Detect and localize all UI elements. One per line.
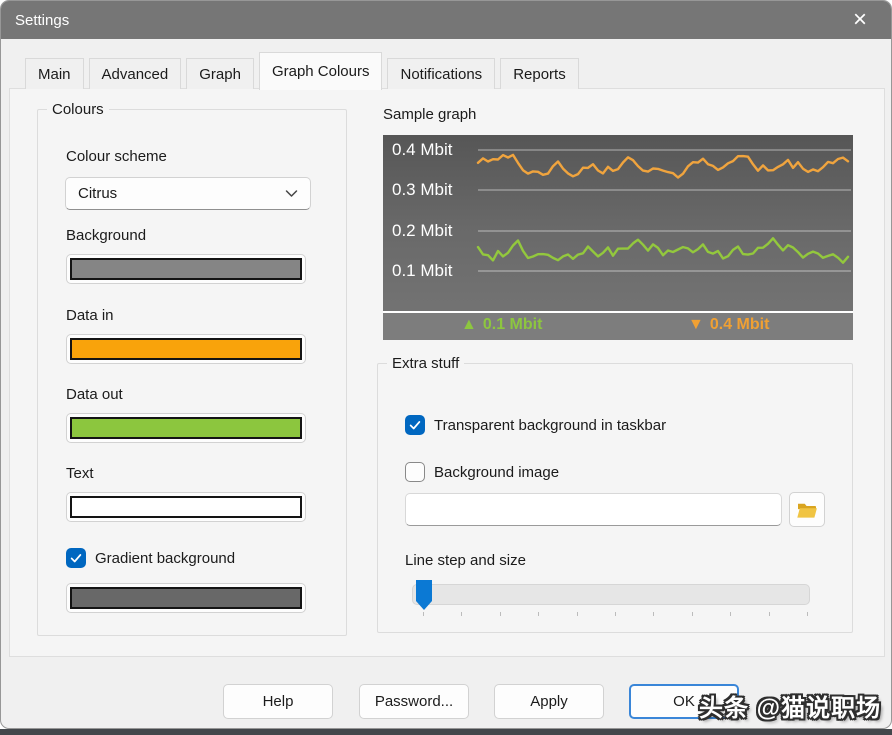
slider-ticks: [423, 612, 807, 617]
down-arrow-icon: ▼: [688, 316, 704, 333]
data-in-colour-swatch[interactable]: [66, 334, 306, 364]
download-rate-legend: ▼0.4 Mbit: [688, 316, 769, 334]
tab-advanced[interactable]: Advanced: [89, 58, 182, 89]
up-arrow-icon: ▲: [461, 316, 477, 333]
sample-graph-title: Sample graph: [383, 105, 476, 125]
graph-status-bar: ▲0.1 Mbit ▼0.4 Mbit: [383, 311, 853, 340]
transparent-taskbar-label: Transparent background in taskbar: [434, 417, 666, 434]
graph-colours-tab-page: Colours Colour scheme Citrus Background …: [9, 88, 885, 657]
data-out-colour-label: Data out: [66, 385, 123, 405]
colours-group-legend: Colours: [47, 99, 109, 121]
check-icon: [408, 418, 422, 432]
gradient-background-label: Gradient background: [95, 550, 235, 567]
tab-notifications[interactable]: Notifications: [387, 58, 495, 89]
text-colour-label: Text: [66, 464, 94, 484]
background-image-path-input[interactable]: [405, 493, 782, 526]
titlebar[interactable]: Settings ×: [1, 1, 891, 39]
gradient-background-checkbox[interactable]: [66, 548, 86, 568]
colour-scheme-value: Citrus: [78, 185, 117, 202]
line-step-slider-thumb[interactable]: [416, 580, 432, 610]
graph-ylabel-04: 0.4 Mbit: [392, 138, 452, 162]
settings-dialog: Settings × Main Advanced Graph Graph Col…: [0, 0, 892, 729]
check-icon: [69, 551, 83, 565]
tab-graph[interactable]: Graph: [186, 58, 254, 89]
background-image-label: Background image: [434, 464, 559, 481]
gradient-colour-swatch[interactable]: [66, 583, 306, 613]
line-step-slider-track[interactable]: [412, 584, 810, 605]
background-image-checkbox[interactable]: [405, 462, 425, 482]
password-button[interactable]: Password...: [359, 684, 469, 719]
window-bottom-shadow: [0, 729, 892, 735]
background-colour-swatch[interactable]: [66, 254, 306, 284]
background-colour-label: Background: [66, 226, 146, 246]
folder-icon: [796, 501, 818, 519]
chevron-down-icon: [285, 189, 298, 198]
watermark: 头条 @猫说职场: [699, 688, 881, 723]
upload-rate-legend: ▲0.1 Mbit: [461, 316, 542, 334]
close-icon[interactable]: ×: [843, 1, 877, 39]
colours-group: Colours Colour scheme Citrus Background …: [37, 109, 347, 636]
colour-scheme-select[interactable]: Citrus: [65, 177, 311, 210]
line-step-label: Line step and size: [405, 551, 526, 571]
graph-ylabel-03: 0.3 Mbit: [392, 178, 452, 202]
transparent-taskbar-checkbox[interactable]: [405, 415, 425, 435]
apply-button[interactable]: Apply: [494, 684, 604, 719]
tab-reports[interactable]: Reports: [500, 58, 579, 89]
window-title: Settings: [15, 12, 69, 29]
text-colour-swatch[interactable]: [66, 492, 306, 522]
help-button[interactable]: Help: [223, 684, 333, 719]
graph-ylabel-02: 0.2 Mbit: [392, 219, 452, 243]
data-out-colour-swatch[interactable]: [66, 413, 306, 443]
graph-ylabel-01: 0.1 Mbit: [392, 259, 452, 283]
colour-scheme-label: Colour scheme: [66, 147, 167, 167]
browse-folder-button[interactable]: [789, 492, 825, 527]
data-in-colour-label: Data in: [66, 306, 114, 326]
graph-canvas: [383, 135, 853, 340]
extra-stuff-group: Extra stuff Transparent background in ta…: [377, 363, 853, 633]
tab-graph-colours[interactable]: Graph Colours: [259, 52, 383, 90]
tab-bar: Main Advanced Graph Graph Colours Notifi…: [25, 51, 579, 89]
sample-graph: 0.4 Mbit 0.3 Mbit 0.2 Mbit 0.1 Mbit ▲0.1…: [383, 135, 853, 340]
extra-stuff-group-legend: Extra stuff: [387, 353, 464, 375]
tab-main[interactable]: Main: [25, 58, 84, 89]
